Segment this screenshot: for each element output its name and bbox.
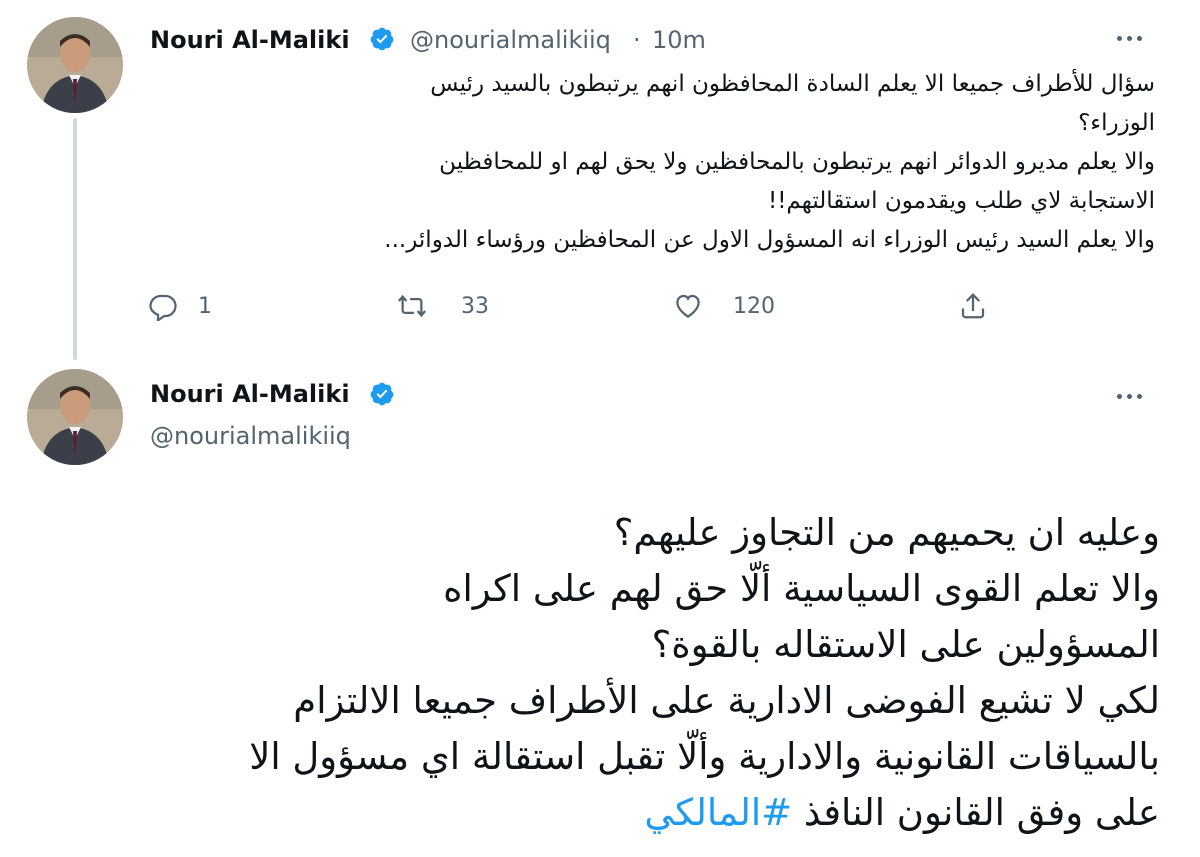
retweet-button[interactable]: 33 bbox=[397, 286, 489, 326]
tweet-thread: Nouri Al-Maliki @nourialmalikiiq · 10m س… bbox=[0, 0, 1200, 857]
tweet-text-line: المسؤولين على الاستقاله بالقوة؟ bbox=[651, 623, 1160, 666]
more-options-icon[interactable] bbox=[1117, 386, 1153, 406]
reply-button[interactable]: 1 bbox=[148, 286, 212, 326]
tweet-text: سؤال للأطراف جميعا الا يعلم السادة المحا… bbox=[150, 65, 1155, 260]
avatar[interactable] bbox=[27, 17, 123, 113]
author-name[interactable]: Nouri Al-Maliki bbox=[150, 26, 350, 54]
author-handle[interactable]: @nourialmalikiiq bbox=[150, 422, 351, 450]
tweet-text-line: والا يعلم السيد رئيس الوزراء انه المسؤول… bbox=[384, 227, 1155, 253]
tweet-text-line: على وفق القانون النافذ #المالكي bbox=[40, 785, 1160, 841]
retweet-icon bbox=[398, 294, 426, 318]
tweet-text-line: لكي لا تشيع الفوضى الادارية على الأطراف … bbox=[293, 679, 1160, 722]
like-button[interactable]: 120 bbox=[673, 286, 775, 326]
tweet-text-line: الوزراء؟ bbox=[1078, 110, 1155, 136]
hashtag-link[interactable]: #المالكي bbox=[644, 791, 792, 834]
verified-badge-icon bbox=[370, 27, 394, 51]
more-options-icon[interactable] bbox=[1117, 28, 1153, 48]
retweet-count: 33 bbox=[461, 293, 489, 319]
tweet-text-line: سؤال للأطراف جميعا الا يعلم السادة المحا… bbox=[430, 71, 1155, 97]
separator-dot: · bbox=[633, 26, 641, 54]
tweet-actions: 1 33 120 bbox=[148, 286, 998, 326]
tweet-text-line: الاستجابة لاي طلب ويقدمون استقالتهم!! bbox=[767, 188, 1155, 214]
verified-badge-icon bbox=[370, 382, 394, 406]
tweet-timestamp[interactable]: 10m bbox=[652, 26, 706, 54]
tweet-text: وعليه ان يحميهم من التجاوز عليهم؟ والا ت… bbox=[40, 505, 1160, 841]
like-count: 120 bbox=[733, 293, 775, 319]
author-name[interactable]: Nouri Al-Maliki bbox=[150, 380, 350, 408]
tweet-text-line: والا تعلم القوى السياسية ألّا حق لهم على… bbox=[443, 567, 1160, 610]
tweet-text-line: وعليه ان يحميهم من التجاوز عليهم؟ bbox=[613, 511, 1160, 554]
reply-icon bbox=[149, 294, 177, 321]
author-handle[interactable]: @nourialmalikiiq bbox=[410, 26, 611, 54]
tweet-text-fragment: على وفق القانون النافذ bbox=[803, 791, 1160, 834]
tweet-text-line: بالسياقات القانونية والادارية وألّا تقبل… bbox=[249, 735, 1160, 778]
like-icon bbox=[676, 294, 700, 318]
tweet-text-line: والا يعلم مديرو الدوائر انهم يرتبطون بال… bbox=[439, 149, 1155, 175]
share-button[interactable] bbox=[958, 286, 988, 326]
share-icon bbox=[961, 293, 985, 319]
reply-count: 1 bbox=[198, 293, 212, 319]
avatar[interactable] bbox=[27, 369, 123, 465]
thread-connector-line bbox=[73, 118, 77, 360]
